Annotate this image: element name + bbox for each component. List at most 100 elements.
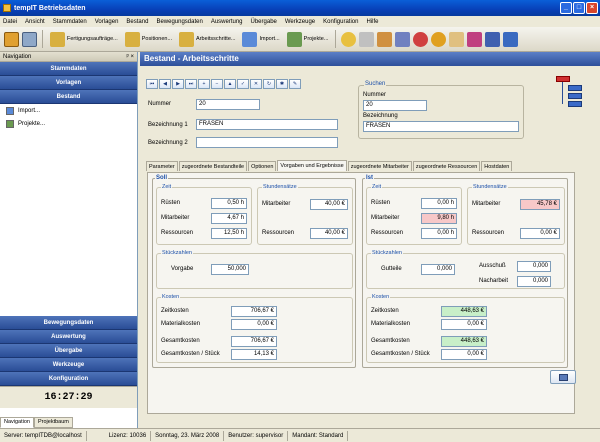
tab-hostdaten[interactable]: Hostdaten [481,161,513,171]
positionen-button[interactable]: Positionen... [123,29,174,49]
tab-mitarbeiter[interactable]: zugeordnete Mitarbeiter [347,161,412,171]
nav-stammdaten[interactable]: Stammdaten [0,62,137,76]
menu-uebergabe[interactable]: Übergabe [251,19,277,25]
bezeichnung1-label: Bezeichnung 1 [148,122,188,128]
prev-record-button[interactable]: ◀ [159,79,171,89]
soll-materialkosten-field[interactable]: 0,00 € [231,319,277,330]
soll-satz-ressourcen-field[interactable]: 40,00 € [310,228,348,239]
gear-icon[interactable] [431,31,447,47]
suchen-nummer-field[interactable]: 20 [363,100,427,111]
nav-uebergabe[interactable]: Übergabe [0,344,137,358]
bezeichnung1-field[interactable]: FRÄSEN [196,119,338,130]
nav-vorlagen[interactable]: Vorlagen [0,76,137,90]
close-button[interactable]: × [586,2,598,14]
nav-bewegungsdaten[interactable]: Bewegungsdaten [0,316,137,330]
tab-panel: Soll Zeit Rüsten 0,50 h Mitarbeiter 4,67… [147,172,575,414]
last-record-button[interactable]: ⏭ [185,79,197,89]
menu-ansicht[interactable]: Ansicht [25,19,45,25]
menu-vorlagen[interactable]: Vorlagen [95,19,119,25]
nav-auswertung[interactable]: Auswertung [0,330,137,344]
arbeitsschritte-button[interactable]: Arbeitsschritte... [177,29,237,49]
ist-zeitkosten-field[interactable]: 448,63 € [441,306,487,317]
tab-vorgaben-ergebnisse[interactable]: Vorgaben und Ergebnisse [277,160,347,171]
bezeichnung2-label: Bezeichnung 2 [148,140,188,146]
next-record-button[interactable]: ▶ [172,79,184,89]
menu-hilfe[interactable]: Hilfe [366,19,378,25]
edit-button[interactable]: ✎ [289,79,301,89]
delete-record-button[interactable]: − [211,79,223,89]
cancel-record-button[interactable]: ✕ [250,79,262,89]
tab-projektbaum[interactable]: Projektbaum [34,417,73,428]
menu-datei[interactable]: Datei [3,19,17,25]
home-icon[interactable] [503,31,519,47]
import-button[interactable]: Import... [240,29,281,49]
calculator-icon[interactable] [22,31,37,47]
nav-item-import[interactable]: Import... [0,104,137,117]
user-icon[interactable] [4,31,19,47]
nav-werkzeuge[interactable]: Werkzeuge [0,358,137,372]
pin-close-icon[interactable]: ᵖ × [127,52,134,62]
filter-button[interactable]: ✱ [276,79,288,89]
suchen-nummer-label: Nummer [363,92,387,98]
ist-gutteile-field[interactable]: 0,000 [421,264,455,275]
bezeichnung2-field[interactable] [196,137,338,148]
ist-satz-mitarbeiter-field[interactable]: 45,78 € [520,199,560,210]
menu-konfiguration[interactable]: Konfiguration [323,19,358,25]
post-record-button[interactable]: ✓ [237,79,249,89]
stamp-icon[interactable] [359,31,375,47]
ist-ressourcen-field[interactable]: 0,00 h [421,228,457,239]
refresh-record-button[interactable]: ↻ [263,79,275,89]
toolbar: Fertigungsaufträge... Positionen... Arbe… [0,27,600,52]
menu-auswertung[interactable]: Auswertung [211,19,243,25]
soll-zeit-group: Zeit Rüsten 0,50 h Mitarbeiter 4,67 h Re… [156,184,252,245]
soll-gesamtkosten-field[interactable]: 706,67 € [231,336,277,347]
soll-vorgabe-field[interactable]: 50,000 [211,264,249,275]
status-datum: Sonntag, 23. März 2008 [151,430,225,441]
clock-icon[interactable] [341,31,357,47]
ist-stueckkosten-field[interactable]: 0,00 € [441,349,487,360]
ist-ruesten-field[interactable]: 0,00 h [421,198,457,209]
nav-bestand[interactable]: Bestand [0,90,137,104]
ist-ausschuss-field[interactable]: 0,000 [517,261,551,272]
soll-ruesten-field[interactable]: 0,50 h [211,198,247,209]
menu-werkzeuge[interactable]: Werkzeuge [285,19,315,25]
calculate-button[interactable] [550,370,576,384]
first-record-button[interactable]: ⏮ [146,79,158,89]
edit-record-button[interactable]: ▲ [224,79,236,89]
soll-ressourcen-field[interactable]: 12,50 h [211,228,247,239]
tab-optionen[interactable]: Optionen [248,161,277,171]
tab-parameter[interactable]: Parameter [146,161,178,171]
soll-zeitkosten-field[interactable]: 706,67 € [231,306,277,317]
menu-bestand[interactable]: Bestand [126,19,148,25]
edit-icon[interactable] [467,31,483,47]
projekte-button[interactable]: Projekte... [285,29,331,49]
status-bar: Server: tempITDB@localhost Lizenz: 10036… [0,428,600,442]
ist-mitarbeiter-field[interactable]: 9,80 h [421,213,457,224]
soll-satz-mitarbeiter-field[interactable]: 40,00 € [310,199,348,210]
minimize-button[interactable]: _ [560,2,572,14]
nummer-field[interactable]: 20 [196,99,260,110]
add-record-button[interactable]: + [198,79,210,89]
maximize-button[interactable]: □ [573,2,585,14]
ist-gesamtkosten-field[interactable]: 448,63 € [441,336,487,347]
menu-stammdaten[interactable]: Stammdaten [53,19,87,25]
ist-nacharbeit-field[interactable]: 0,000 [517,276,551,287]
project-icon [6,119,14,128]
ist-materialkosten-field[interactable]: 0,00 € [441,319,487,330]
suchen-bez-field[interactable]: FRÄSEN [363,121,519,132]
tab-navigation[interactable]: Navigation [0,417,34,428]
nav-konfiguration[interactable]: Konfiguration [0,372,137,386]
fertigungsauftraege-button[interactable]: Fertigungsaufträge... [48,29,120,49]
tab-ressourcen[interactable]: zugeordnete Ressourcen [412,161,481,171]
soll-mitarbeiter-field[interactable]: 4,67 h [211,213,247,224]
ist-satz-ressourcen-field[interactable]: 0,00 € [520,228,560,239]
grid-icon[interactable] [395,31,411,47]
soll-stueckkosten-field[interactable]: 14,13 € [231,349,277,360]
timer-icon[interactable] [377,31,393,47]
menu-bewegungsdaten[interactable]: Bewegungsdaten [156,19,202,25]
window-icon[interactable] [485,31,501,47]
nav-item-projekte[interactable]: Projekte... [0,117,137,130]
document-icon[interactable] [449,31,465,47]
tab-bestandteile[interactable]: zugeordnete Bestandteile [178,161,248,171]
alert-icon[interactable] [413,31,429,47]
